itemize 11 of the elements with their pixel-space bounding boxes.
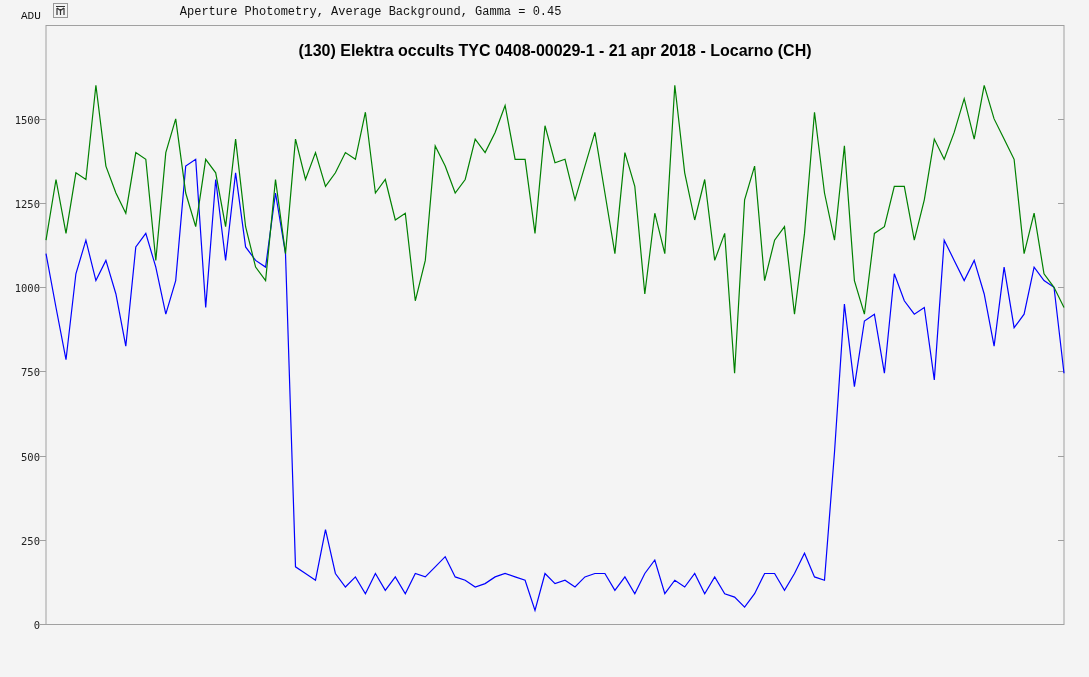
chart-icon[interactable]	[52, 3, 68, 18]
chart-title: (130) Elektra occults TYC 0408-00029-1 - 21 apr 2018 - Locarno (CH)	[298, 42, 812, 59]
plot-subtitle: Aperture Photometry, Average Background, Gamma = 0.45	[179, 5, 562, 19]
y-tick-label: 0	[33, 618, 40, 631]
axis-label: ADU	[21, 10, 41, 22]
y-tick-label: 750	[21, 365, 40, 378]
y-tick-label: 500	[21, 450, 40, 463]
y-tick-label: 1500	[14, 113, 40, 126]
y-tick-label: 1250	[14, 197, 40, 210]
y-tick-label: 1000	[14, 281, 40, 294]
y-tick-label: 250	[21, 534, 40, 547]
